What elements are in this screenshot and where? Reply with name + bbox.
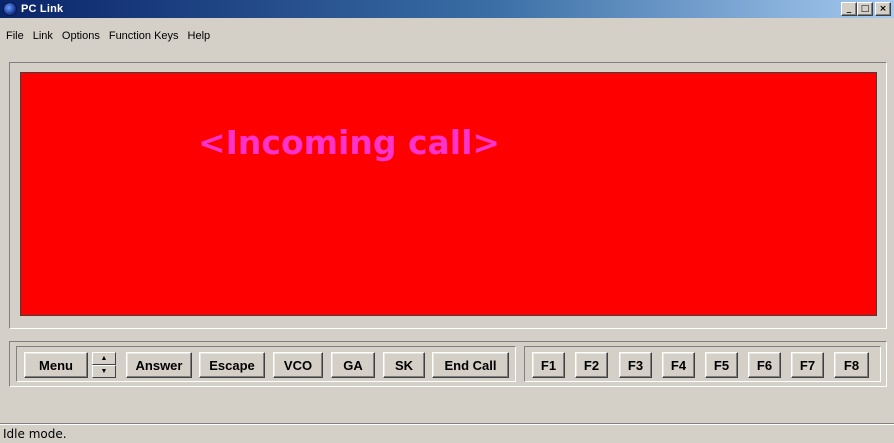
f8-button[interactable]: F8 [834, 352, 869, 378]
f2-button[interactable]: F2 [575, 352, 608, 378]
end-call-button[interactable]: End Call [432, 352, 509, 378]
ga-button[interactable]: GA [331, 352, 375, 378]
menu-button[interactable]: Menu [24, 352, 88, 378]
answer-button[interactable]: Answer [126, 352, 192, 378]
menu-help[interactable]: Help [188, 30, 211, 42]
menu-file[interactable]: File [6, 30, 24, 42]
status-bar: Idle mode. [0, 423, 894, 443]
f4-button[interactable]: F4 [662, 352, 695, 378]
window-controls: _ □ × [841, 2, 891, 16]
menu-link[interactable]: Link [33, 30, 53, 42]
scroll-spinner[interactable]: ▲ ▼ [92, 352, 116, 378]
f5-button[interactable]: F5 [705, 352, 738, 378]
minimize-button[interactable]: _ [841, 2, 857, 16]
f3-button[interactable]: F3 [619, 352, 652, 378]
f7-button[interactable]: F7 [791, 352, 824, 378]
maximize-button[interactable]: □ [857, 2, 873, 16]
vco-button[interactable]: VCO [273, 352, 323, 378]
scroll-down-icon[interactable]: ▼ [92, 365, 116, 378]
menu-function-keys[interactable]: Function Keys [109, 30, 179, 42]
f6-button[interactable]: F6 [748, 352, 781, 378]
app-icon [3, 2, 17, 16]
sk-button[interactable]: SK [383, 352, 425, 378]
status-text: Idle mode. [3, 426, 67, 441]
window-title: PC Link [21, 3, 64, 15]
call-display: <Incoming call> [20, 72, 877, 316]
menu-options[interactable]: Options [62, 30, 100, 42]
escape-button[interactable]: Escape [199, 352, 265, 378]
f1-button[interactable]: F1 [532, 352, 565, 378]
incoming-call-message: <Incoming call> [198, 123, 501, 162]
title-bar[interactable]: PC Link _ □ × [0, 0, 894, 18]
close-button[interactable]: × [875, 2, 891, 16]
scroll-up-icon[interactable]: ▲ [92, 352, 116, 365]
menu-bar: File Link Options Function Keys Help [0, 28, 219, 44]
